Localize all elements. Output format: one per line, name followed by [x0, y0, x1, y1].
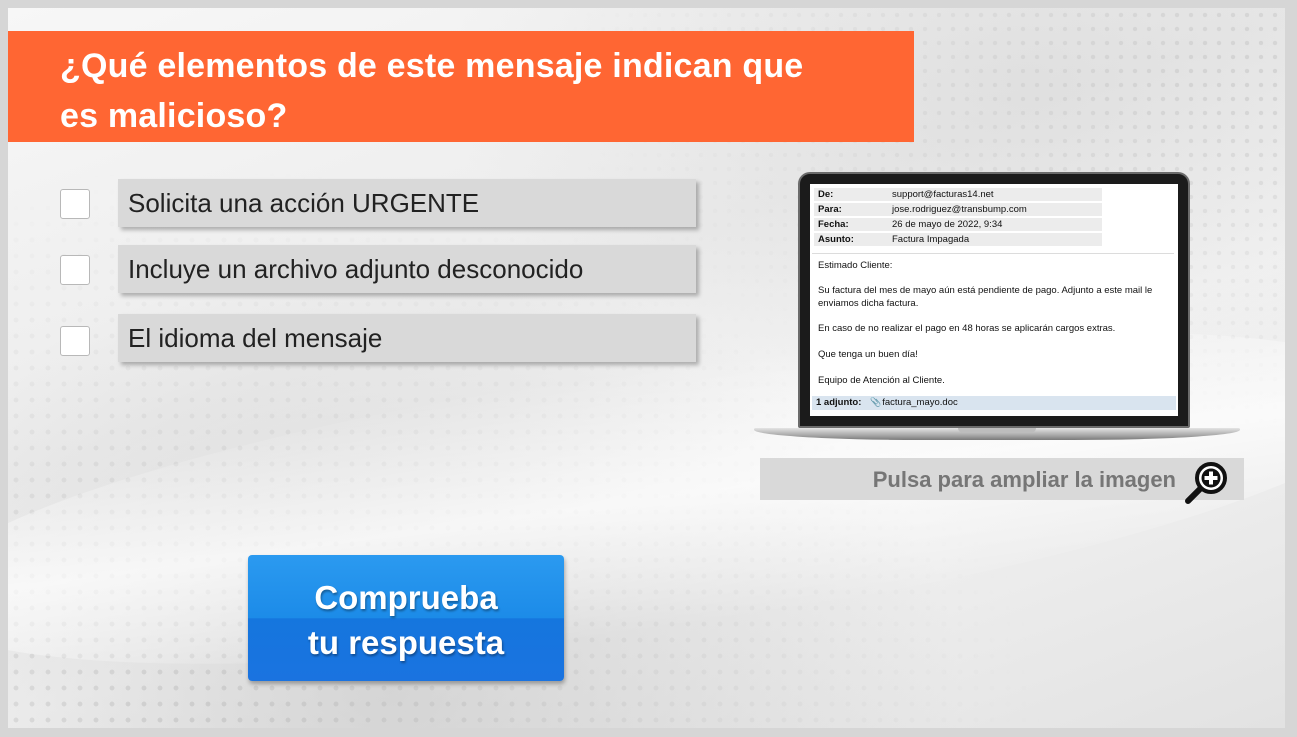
option-1[interactable]: Solicita una acción URGENTE — [58, 179, 698, 229]
option-3-label[interactable]: El idioma del mensaje — [118, 314, 696, 362]
check-answer-line-1: Comprueba — [314, 579, 498, 616]
email-attachment-bar: 1 adjunto: 📎factura_mayo.doc — [812, 396, 1176, 410]
option-2-label[interactable]: Incluye un archivo adjunto desconocido — [118, 245, 696, 293]
zoom-in-icon — [1185, 462, 1227, 504]
option-2-checkbox[interactable] — [60, 255, 90, 285]
slide: ¿Qué elementos de este mensaje indican q… — [8, 8, 1285, 728]
paperclip-icon: 📎 — [870, 397, 882, 407]
question-line-1: ¿Qué elementos de este mensaje indican q… — [60, 47, 804, 85]
option-1-checkbox[interactable] — [60, 189, 90, 219]
email-paragraph-2: En caso de no realizar el pago en 48 hor… — [818, 323, 1116, 334]
email-closing: Que tenga un buen día! — [818, 349, 918, 360]
email-signature: Equipo de Atención al Cliente. — [818, 375, 945, 386]
laptop-email-image[interactable]: De: support@facturas14.net Para: jose.ro… — [754, 172, 1240, 448]
question-banner: ¿Qué elementos de este mensaje indican q… — [8, 31, 914, 142]
email-screen: De: support@facturas14.net Para: jose.ro… — [810, 184, 1178, 416]
email-attachment-file: 📎factura_mayo.doc — [870, 397, 958, 408]
laptop-notch — [958, 428, 1036, 433]
option-1-label[interactable]: Solicita una acción URGENTE — [118, 179, 696, 227]
zoom-image-button[interactable]: Pulsa para ampliar la imagen — [760, 458, 1244, 504]
email-paragraph-1: Su factura del mes de mayo aún está pend… — [818, 285, 1153, 309]
check-answer-button[interactable]: Comprueba tu respuesta — [248, 555, 564, 681]
email-body: Estimado Cliente: Su factura del mes de … — [812, 253, 1174, 391]
zoom-image-label: Pulsa para ampliar la imagen — [872, 467, 1176, 492]
email-greeting: Estimado Cliente: — [818, 260, 893, 271]
email-header-from: De: support@facturas14.net — [814, 188, 1102, 201]
option-3[interactable]: El idioma del mensaje — [58, 314, 698, 364]
email-header-to: Para: jose.rodriguez@transbump.com — [814, 203, 1102, 216]
question-line-2: es malicioso? — [60, 97, 288, 135]
option-2[interactable]: Incluye un archivo adjunto desconocido — [58, 245, 698, 295]
check-answer-line-2: tu respuesta — [307, 624, 505, 661]
option-3-checkbox[interactable] — [60, 326, 90, 356]
laptop-lid: De: support@facturas14.net Para: jose.ro… — [798, 172, 1190, 428]
email-header-subject: Asunto: Factura Impagada — [814, 233, 1102, 246]
email-header-date: Fecha: 26 de mayo de 2022, 9:34 — [814, 218, 1102, 231]
question-title: ¿Qué elementos de este mensaje indican q… — [60, 41, 914, 141]
